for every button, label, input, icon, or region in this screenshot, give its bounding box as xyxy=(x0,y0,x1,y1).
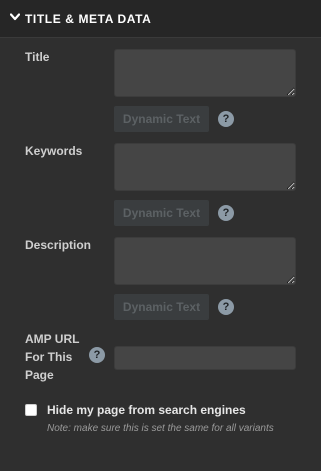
title-help-icon[interactable]: ? xyxy=(218,111,234,127)
section-header-title-meta[interactable]: TITLE & META DATA xyxy=(0,0,321,38)
section-title: TITLE & META DATA xyxy=(25,12,152,26)
title-textarea[interactable] xyxy=(114,49,296,97)
title-label: Title xyxy=(25,50,50,64)
description-dynamic-text-button[interactable]: Dynamic Text xyxy=(114,294,209,320)
keywords-help-icon[interactable]: ? xyxy=(218,205,234,221)
title-dynamic-text-button[interactable]: Dynamic Text xyxy=(114,106,209,132)
hide-from-search-checkbox[interactable] xyxy=(25,404,37,416)
amp-url-label: AMP URL For This Page xyxy=(25,332,80,382)
chevron-down-icon[interactable] xyxy=(10,13,20,21)
title-meta-panel: TITLE & META DATA Title Dynamic Text ? K… xyxy=(0,0,321,471)
keywords-label: Keywords xyxy=(25,144,83,158)
keywords-dynamic-text-button[interactable]: Dynamic Text xyxy=(114,200,209,226)
description-textarea[interactable] xyxy=(114,237,296,285)
amp-url-help-icon[interactable]: ? xyxy=(89,347,105,363)
hide-from-search-label[interactable]: Hide my page from search engines xyxy=(47,403,246,417)
amp-url-input[interactable] xyxy=(114,346,296,370)
description-label: Description xyxy=(25,238,92,252)
description-help-icon[interactable]: ? xyxy=(218,299,234,315)
keywords-textarea[interactable] xyxy=(114,143,296,191)
hide-from-search-note: Note: make sure this is set the same for… xyxy=(47,423,274,434)
